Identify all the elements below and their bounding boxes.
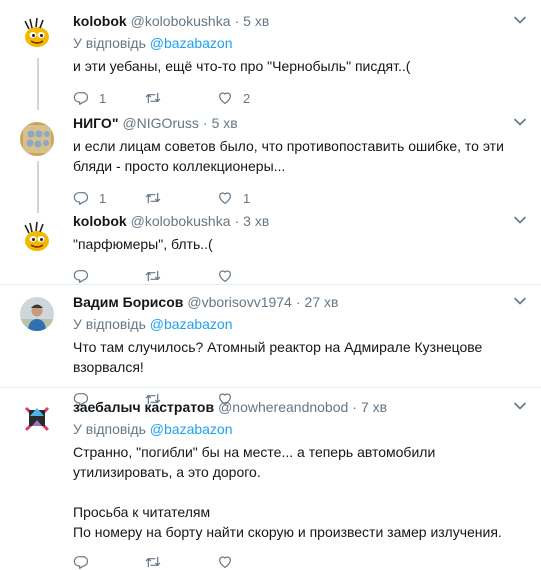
separator-dot: · [202,115,208,131]
nigo-avatar-icon [20,122,54,156]
author-handle[interactable]: @kolobokushka [131,12,231,30]
reply-button[interactable] [73,554,145,570]
reply-button[interactable] [73,268,145,284]
vadim-avatar-icon [20,297,54,331]
retweet-icon [145,554,161,570]
like-button[interactable]: 1 [217,190,289,206]
timestamp[interactable]: 5 хв [243,12,269,30]
separator-dot: · [234,13,240,29]
timestamp[interactable]: 7 хв [361,398,387,416]
tweet-actions: 1 1 [73,190,527,206]
avatar[interactable] [20,16,54,50]
tweet-actions: 1 2 [73,90,527,106]
author-handle[interactable]: @vborisovv1974 [187,293,292,311]
timestamp[interactable]: 27 хв [305,293,339,311]
chevron-down-icon[interactable] [513,399,527,413]
retweet-icon [145,190,161,206]
like-button[interactable]: 2 [217,90,289,106]
retweet-button[interactable] [145,90,217,106]
reply-prefix: У відповідь [73,35,146,51]
author-handle[interactable]: @nowhereandnobod [218,398,348,416]
reply-context: У відповідь @bazabazon [73,34,527,52]
author-name[interactable]: Вадим Борисов [73,293,183,311]
tweet-text: Что там случилось? Атомный реактор на Ад… [73,339,487,375]
heart-icon [217,190,233,206]
heart-icon [217,268,233,284]
author-name[interactable]: kolobok [73,212,127,230]
tweet-actions [73,554,527,570]
reply-count: 1 [99,190,107,206]
reply-context: У відповідь @bazabazon [73,315,527,333]
kolobok-avatar-icon [20,16,54,50]
tweet[interactable]: kolobok @kolobokushka · 5 хв У відповідь… [0,0,541,110]
tweet-text: и эти уебаны, ещё что-то про "Чернобыль"… [73,58,411,74]
separator-dot: · [234,213,240,229]
tweet[interactable]: Вадим Борисов @vborisovv1974 · 27 хв У в… [0,285,541,385]
chevron-down-icon[interactable] [513,115,527,129]
chevron-down-icon[interactable] [513,294,527,308]
retweet-button[interactable] [145,190,217,206]
like-button[interactable] [217,554,289,570]
author-handle[interactable]: @kolobokushka [131,212,231,230]
reply-to-link[interactable]: @bazabazon [150,421,233,437]
kolobok-avatar-icon [20,220,54,254]
author-name[interactable]: заебалыч кастратов [73,398,214,416]
chevron-down-icon[interactable] [513,13,527,27]
reply-icon [73,268,89,284]
like-count: 1 [243,190,251,206]
tweet-text: "парфюмеры", блть..( [73,236,213,252]
avatar[interactable] [20,297,54,331]
avatar[interactable] [20,220,54,254]
retweet-button[interactable] [145,268,217,284]
tweet[interactable]: заебалыч кастратов @nowhereandnobod · 7 … [0,388,541,549]
like-button[interactable] [217,268,289,284]
reply-button[interactable]: 1 [73,90,145,106]
tweet-actions [73,268,527,284]
avatar[interactable] [20,122,54,156]
retweet-icon [145,90,161,106]
author-name[interactable]: kolobok [73,12,127,30]
reply-icon [73,190,89,206]
separator-dot: · [295,294,301,310]
reply-button[interactable]: 1 [73,190,145,206]
tweet[interactable]: НИГО" @NIGOruss · 5 хв и если лицам сове… [0,110,541,210]
retweet-button[interactable] [145,554,217,570]
tweet[interactable]: kolobok @kolobokushka · 3 хв "парфюмеры"… [0,210,541,284]
reply-icon [73,554,89,570]
reply-icon [73,90,89,106]
reply-context: У відповідь @bazabazon [73,420,527,438]
reply-prefix: У відповідь [73,316,146,332]
avatar[interactable] [20,400,54,434]
reply-to-link[interactable]: @bazabazon [150,316,233,332]
reply-to-link[interactable]: @bazabazon [150,35,233,51]
heart-icon [217,554,233,570]
tweet-text: Странно, "погибли" бы на месте... а тепе… [73,444,502,540]
chevron-down-icon[interactable] [513,213,527,227]
author-name[interactable]: НИГО" [73,114,118,132]
separator-dot: · [352,399,357,415]
like-count: 2 [243,90,251,106]
timestamp[interactable]: 3 хв [243,212,269,230]
timestamp[interactable]: 5 хв [212,114,238,132]
reply-count: 1 [99,90,107,106]
author-handle[interactable]: @NIGOruss [122,114,198,132]
heart-icon [217,90,233,106]
retweet-icon [145,268,161,284]
reply-prefix: У відповідь [73,421,146,437]
zaebalych-avatar-icon [20,400,54,434]
tweet-text: и если лицам советов было, что противопо… [73,138,508,174]
